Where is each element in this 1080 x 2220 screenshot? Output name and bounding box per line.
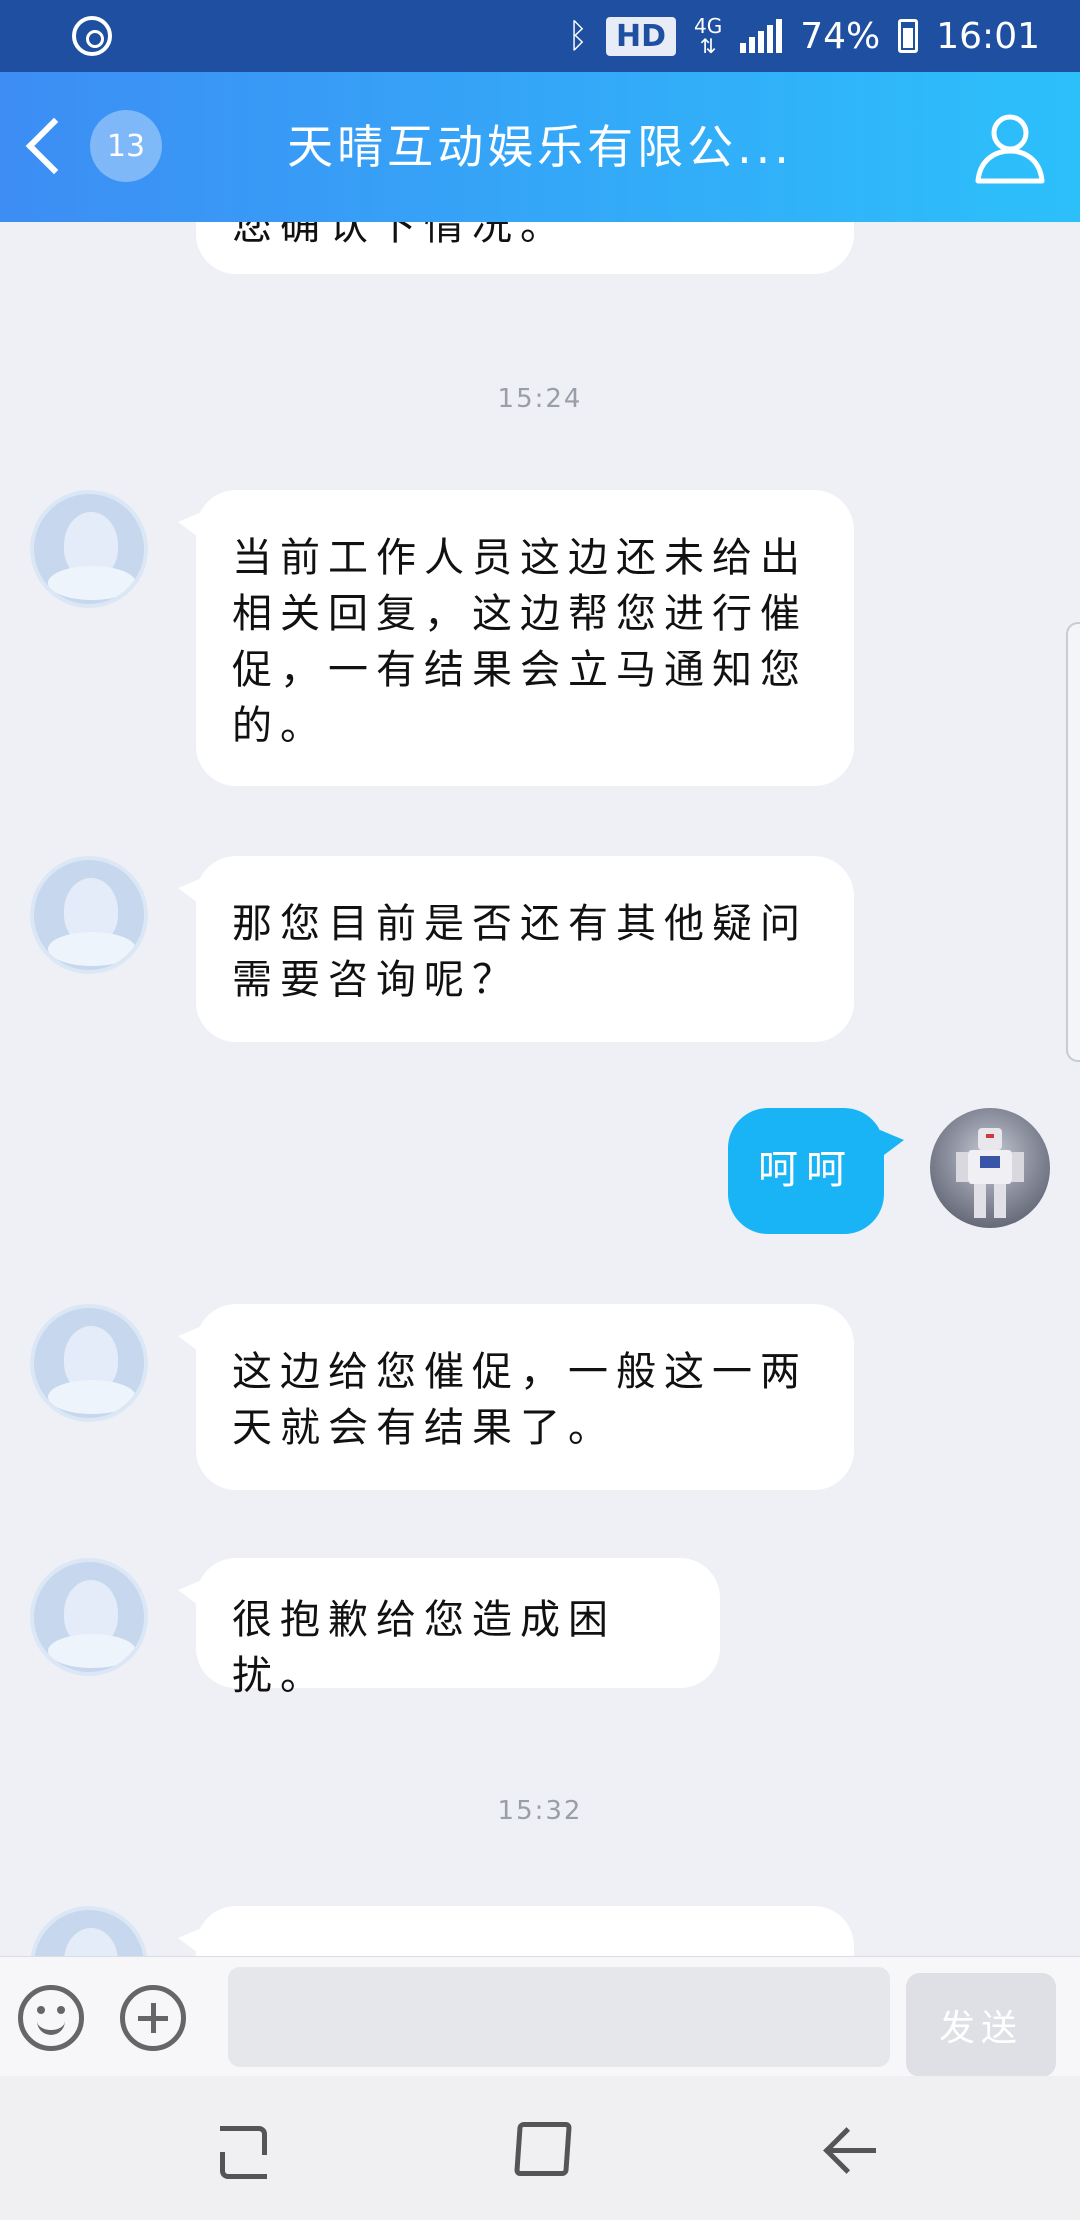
chat-header: 13 天晴互动娱乐有限公...: [0, 72, 1080, 222]
message-bubble[interactable]: 很抱歉给您造成困扰。: [178, 1558, 720, 1699]
back-button[interactable]: 13: [20, 108, 162, 184]
agent-avatar[interactable]: [30, 856, 148, 974]
status-bar: ᛒ HD 4G ⇅ 74% 16:01: [0, 0, 1080, 72]
battery-percent: 74%: [800, 15, 881, 57]
chat-messages[interactable]: 您确认下情况。 15:24 当前工作人员这边还未给出相关回复，这边帮您进行催促，…: [0, 222, 1080, 1956]
chat-title: 天晴互动娱乐有限公...: [287, 120, 793, 174]
unread-count-badge: 13: [90, 110, 162, 182]
message-text: 呵呵: [758, 1147, 854, 1193]
battery-icon: [898, 19, 919, 53]
message-bubble[interactable]: 当前工作人员这边还未给出相关回复，这边帮您进行催促，一有结果会立马通知您的。: [178, 490, 854, 786]
robot-figure-icon: [956, 1128, 1024, 1218]
message-bubble[interactable]: 您确认下情况。: [196, 222, 854, 274]
agent-avatar[interactable]: [30, 1304, 148, 1422]
recent-apps-icon[interactable]: [214, 2122, 274, 2182]
plus-icon[interactable]: [120, 1985, 186, 2051]
home-icon[interactable]: [514, 2122, 572, 2176]
clock: 16:01: [936, 15, 1040, 57]
message-bubble[interactable]: 这边给您催促，一般这一两天就会有结果了。: [178, 1304, 854, 1490]
input-bar: 发送: [0, 1956, 1080, 2077]
smiley-icon[interactable]: [18, 1985, 84, 2051]
agent-avatar[interactable]: [30, 1906, 148, 1956]
message-timestamp: 15:32: [497, 1796, 583, 1826]
system-nav-bar: [0, 2076, 1080, 2220]
signal-icon: [740, 19, 783, 53]
message-timestamp: 15:24: [497, 384, 583, 414]
chevron-left-icon: [25, 117, 83, 175]
message-bubble[interactable]: 那您目前是否还有其他疑问需要咨询呢？: [178, 856, 854, 1042]
hd-badge: HD: [605, 16, 676, 56]
agent-avatar[interactable]: [30, 490, 148, 608]
sync-icon: [72, 16, 112, 56]
send-button[interactable]: 发送: [906, 1973, 1056, 2077]
my-avatar[interactable]: [930, 1108, 1050, 1228]
message-bubble[interactable]: [178, 1906, 854, 1956]
message-text: 很抱歉给您造成困扰。: [232, 1597, 616, 1699]
person-icon: [975, 114, 1045, 184]
agent-avatar[interactable]: [30, 1558, 148, 1676]
my-message-bubble[interactable]: 呵呵: [728, 1108, 904, 1234]
network-type: 4G ⇅: [694, 14, 723, 58]
message-text: 那您目前是否还有其他疑问需要咨询呢？: [232, 901, 808, 1003]
bluetooth-icon: ᛒ: [567, 16, 588, 56]
message-text: 这边给您催促，一般这一两天就会有结果了。: [232, 1349, 808, 1451]
message-text: 您确认下情况。: [232, 222, 568, 249]
message-text: 当前工作人员这边还未给出相关回复，这边帮您进行催促，一有结果会立马通知您的。: [232, 535, 808, 749]
back-arrow-icon[interactable]: [820, 2122, 880, 2182]
message-input[interactable]: [228, 1967, 890, 2067]
status-right: ᛒ HD 4G ⇅ 74% 16:01: [568, 10, 1040, 62]
profile-button[interactable]: [970, 107, 1050, 187]
scroll-indicator[interactable]: [1066, 622, 1080, 1062]
network-type-label: 4G: [694, 14, 723, 38]
